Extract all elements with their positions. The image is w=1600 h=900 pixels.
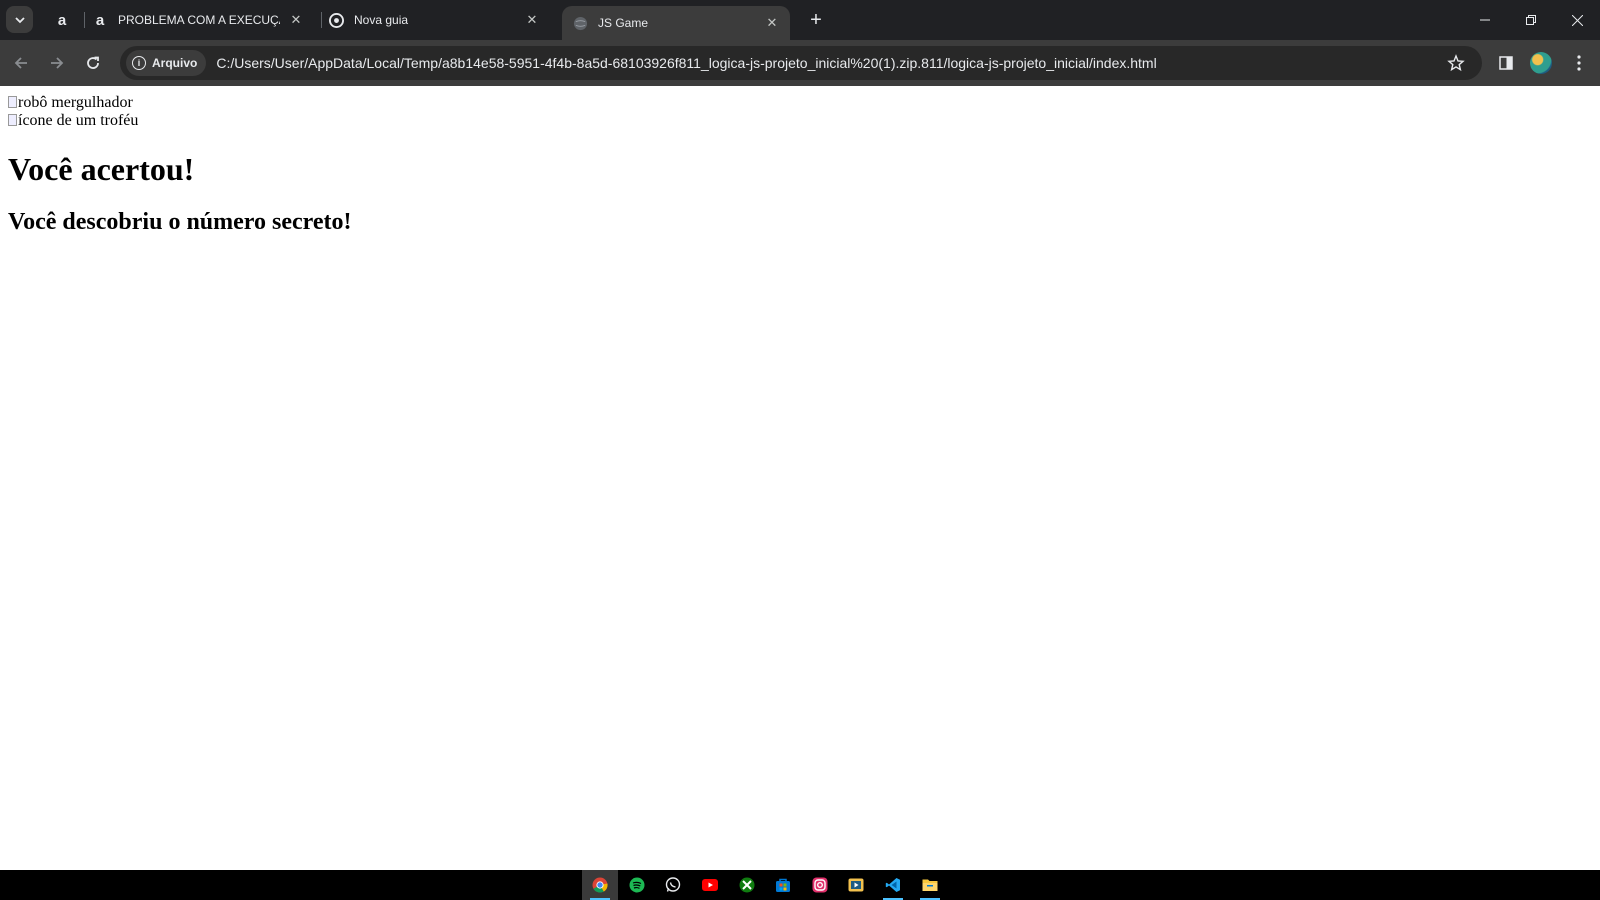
whatsapp-icon	[665, 877, 681, 892]
site-info-label: Arquivo	[152, 56, 198, 70]
site-info-chip[interactable]: i Arquivo	[126, 50, 207, 76]
close-window-button[interactable]	[1554, 0, 1600, 40]
trophy-image: ícone de um troféu	[8, 112, 1600, 130]
vscode-icon	[885, 878, 900, 892]
taskbar-vscode[interactable]	[875, 870, 911, 900]
tab-separator	[321, 12, 322, 28]
broken-image-icon	[8, 96, 17, 108]
tab-title: JS Game	[598, 16, 649, 30]
taskbar-instagram[interactable]	[802, 870, 838, 900]
back-button[interactable]	[6, 48, 36, 78]
page-content: robô mergulhador ícone de um troféu Você…	[8, 94, 1600, 870]
arrow-right-icon	[51, 57, 64, 69]
taskbar-youtube[interactable]	[692, 870, 728, 900]
close-icon[interactable]: ✕	[522, 10, 542, 30]
forward-button[interactable]	[42, 48, 72, 78]
file-explorer-icon	[922, 879, 938, 891]
reload-button[interactable]	[78, 48, 108, 78]
arrow-left-icon	[14, 57, 27, 69]
page-subheading: Você descobriu o número secreto!	[8, 209, 352, 235]
close-icon[interactable]: ✕	[762, 13, 782, 33]
alura-icon: a	[57, 11, 67, 29]
taskbar-chrome[interactable]	[582, 870, 618, 900]
chrome-icon	[592, 877, 608, 893]
media-player-icon	[848, 878, 864, 892]
minimize-button[interactable]	[1462, 0, 1508, 40]
tab-strip: a a PROBLEMA COM A EXECUÇÃO ✕ Nova guia …	[0, 0, 1600, 40]
xbox-icon	[739, 877, 755, 893]
tab-problema[interactable]: a PROBLEMA COM A EXECUÇÃO ✕	[92, 0, 314, 40]
bookmark-star-icon[interactable]	[1444, 51, 1468, 75]
taskbar-file-explorer[interactable]	[912, 870, 948, 900]
tab-separator	[84, 12, 85, 28]
info-icon: i	[132, 56, 146, 70]
url-text[interactable]: C:/Users/User/AppData/Local/Temp/a8b14e5…	[216, 55, 1444, 71]
spotify-icon	[629, 877, 645, 893]
alura-icon: a	[95, 11, 105, 29]
taskbar-microsoft-store[interactable]	[765, 870, 801, 900]
browser-toolbar: i Arquivo C:/Users/User/AppData/Local/Te…	[0, 40, 1600, 86]
taskbar-spotify[interactable]	[619, 870, 655, 900]
side-panel-icon[interactable]	[1492, 49, 1520, 77]
address-bar[interactable]: i Arquivo C:/Users/User/AppData/Local/Te…	[120, 46, 1482, 80]
chevron-down-icon	[14, 16, 25, 23]
microsoft-store-icon	[776, 878, 790, 892]
chrome-icon	[328, 12, 344, 28]
tab-title: Nova guia	[354, 13, 409, 27]
tab-nova-guia[interactable]: Nova guia ✕	[328, 0, 550, 40]
youtube-icon	[702, 879, 718, 891]
close-icon	[1571, 14, 1583, 26]
taskbar-whatsapp[interactable]	[655, 870, 691, 900]
profile-avatar[interactable]	[1530, 52, 1552, 74]
broken-image-icon	[8, 114, 17, 126]
restore-button[interactable]	[1508, 0, 1554, 40]
tab-pinned-alura[interactable]: a	[48, 0, 76, 40]
globe-icon	[572, 15, 588, 31]
trophy-image-alt: ícone de um troféu	[18, 112, 139, 129]
tab-title: PROBLEMA COM A EXECUÇÃO	[118, 13, 280, 27]
restore-icon	[1526, 15, 1536, 25]
close-icon[interactable]: ✕	[286, 10, 306, 30]
reload-icon	[87, 56, 99, 69]
taskbar	[0, 870, 1600, 900]
minimize-icon	[1480, 19, 1490, 21]
instagram-icon	[812, 877, 828, 893]
page-heading: Você acertou!	[8, 151, 195, 187]
robot-image: robô mergulhador	[8, 94, 1600, 112]
taskbar-xbox[interactable]	[729, 870, 765, 900]
new-tab-button[interactable]: +	[804, 8, 828, 32]
tab-search-button[interactable]	[6, 6, 33, 33]
taskbar-media-player[interactable]	[838, 870, 874, 900]
tab-js-game[interactable]: JS Game ✕	[562, 6, 790, 40]
menu-kebab-icon[interactable]	[1565, 49, 1593, 77]
robot-image-alt: robô mergulhador	[18, 94, 133, 111]
